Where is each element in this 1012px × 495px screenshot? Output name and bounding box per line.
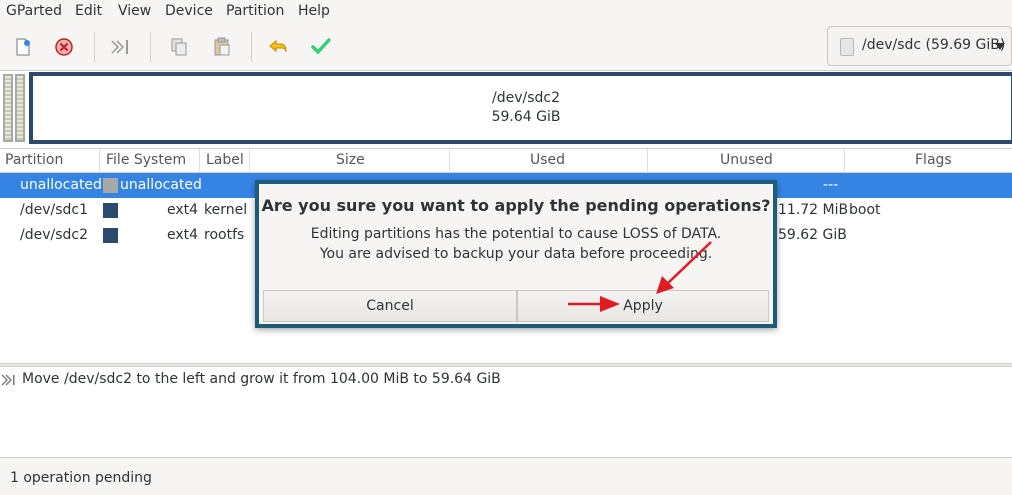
table-header: Partition File System Label Size Used Un… [0,148,1012,173]
column-file-system[interactable]: File System [106,152,186,168]
confirm-dialog: Are you sure you want to apply the pendi… [255,180,777,328]
partition-segment-sdc2[interactable]: /dev/sdc2 59.64 GiB [29,72,1012,144]
apply-button[interactable]: Apply [517,290,769,322]
column-unused[interactable]: Unused [720,152,773,168]
cell-partition: /dev/sdc2 [20,227,89,243]
column-flags[interactable]: Flags [915,152,952,168]
column-used[interactable]: Used [530,152,565,168]
cell-filesystem: ext4 [167,202,199,218]
column-size[interactable]: Size [336,152,365,168]
unallocated-segment-2[interactable] [15,74,25,142]
dialog-title: Are you sure you want to apply the pendi… [261,196,771,215]
delete-icon[interactable] [51,34,77,60]
apply-icon[interactable] [308,34,334,60]
copy-icon[interactable] [166,34,192,60]
status-text: 1 operation pending [10,470,152,486]
menu-view[interactable]: View [118,3,151,19]
dialog-message-line1: Editing partitions has the potential to … [310,226,722,242]
menu-gparted[interactable]: GParted [6,3,62,19]
partition-segment-size: 59.64 GiB [491,109,561,125]
color-swatch [103,228,118,243]
menu-help[interactable]: Help [298,3,330,19]
paste-icon[interactable] [209,34,235,60]
partition-segment-name: /dev/sdc2 [491,90,560,106]
column-label[interactable]: Label [206,152,244,168]
cell-label: kernel [204,202,248,218]
cell-partition: /dev/sdc1 [20,202,89,218]
cell-filesystem: unallocated [120,177,202,193]
disk-icon [840,38,854,56]
cancel-button[interactable]: Cancel [263,290,517,322]
color-swatch [103,203,118,218]
undo-icon[interactable] [266,34,292,60]
dialog-message-line2: You are advised to backup your data befo… [319,246,713,262]
device-selector-label: /dev/sdc (59.69 GiB) [862,37,1006,53]
menu-device[interactable]: Device [165,3,213,19]
unallocated-segment[interactable] [3,74,13,142]
new-icon[interactable] [10,34,36,60]
resize-move-icon[interactable] [108,34,134,60]
cell-unused: 59.62 GiB [778,227,847,243]
pending-operations-list: Move /dev/sdc2 to the left and grow it f… [0,367,1012,457]
column-partition[interactable]: Partition [5,152,63,168]
cell-unused: 11.72 MiB [778,202,849,218]
color-swatch [103,178,118,193]
cell-label: rootfs [204,227,245,243]
device-selector[interactable]: /dev/sdc (59.69 GiB) [827,26,1012,66]
menu-partition[interactable]: Partition [226,3,284,19]
resize-move-icon [1,374,15,386]
cell-unused: --- [823,177,839,193]
menubar: GParted Edit View Device Partition Help [0,0,1012,24]
partition-graphic: /dev/sdc2 59.64 GiB [0,70,1012,148]
chevron-down-icon [995,43,1005,50]
status-bar: 1 operation pending [0,457,1012,495]
cell-filesystem: ext4 [167,227,199,243]
operation-text: Move /dev/sdc2 to the left and grow it f… [22,371,501,387]
list-item[interactable]: Move /dev/sdc2 to the left and grow it f… [0,370,1012,392]
cell-flags: boot [849,202,881,218]
menu-edit[interactable]: Edit [75,3,102,19]
cell-partition: unallocated [20,177,102,193]
